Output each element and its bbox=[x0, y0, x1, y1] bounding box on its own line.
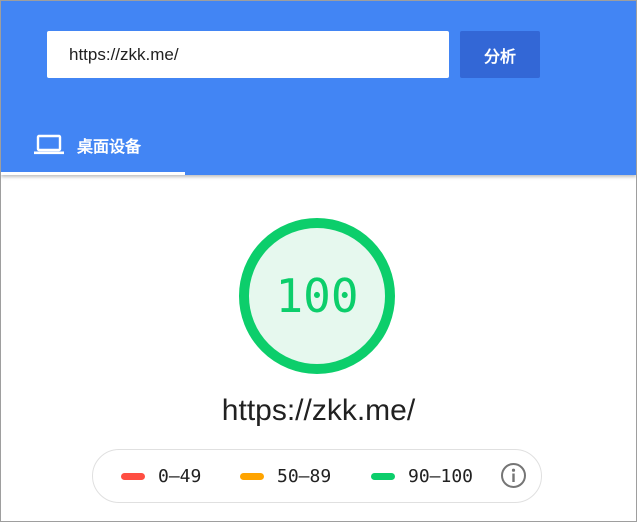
score-value: 100 bbox=[275, 269, 359, 323]
tested-url: https://zkk.me/ bbox=[221, 394, 416, 427]
tab-selected-indicator bbox=[1, 172, 185, 175]
info-icon[interactable] bbox=[500, 462, 527, 489]
performance-score-gauge: 100 bbox=[238, 217, 396, 375]
laptop-icon bbox=[34, 134, 64, 154]
tab-desktop[interactable]: 桌面设备 bbox=[1, 118, 185, 175]
legend-swatch-average bbox=[240, 472, 264, 480]
legend-item-pass: 90–100 bbox=[371, 450, 473, 502]
legend-label-average: 50–89 bbox=[277, 465, 332, 487]
legend-swatch-pass bbox=[371, 472, 395, 480]
header-bar: 分析 桌面设备 bbox=[1, 1, 636, 175]
legend-swatch-fail bbox=[121, 472, 145, 480]
url-input[interactable] bbox=[47, 31, 449, 78]
score-legend: 0–49 50–89 90–100 bbox=[92, 449, 542, 503]
legend-label-pass: 90–100 bbox=[408, 465, 474, 487]
page-frame: 分析 桌面设备 100 https://zkk.me/ 0–49 50–89 9… bbox=[0, 0, 637, 522]
legend-label-fail: 0–49 bbox=[158, 465, 202, 487]
analyze-button[interactable]: 分析 bbox=[460, 31, 540, 78]
legend-item-average: 50–89 bbox=[240, 450, 331, 502]
tab-label: 桌面设备 bbox=[77, 136, 142, 156]
legend-item-fail: 0–49 bbox=[121, 450, 201, 502]
